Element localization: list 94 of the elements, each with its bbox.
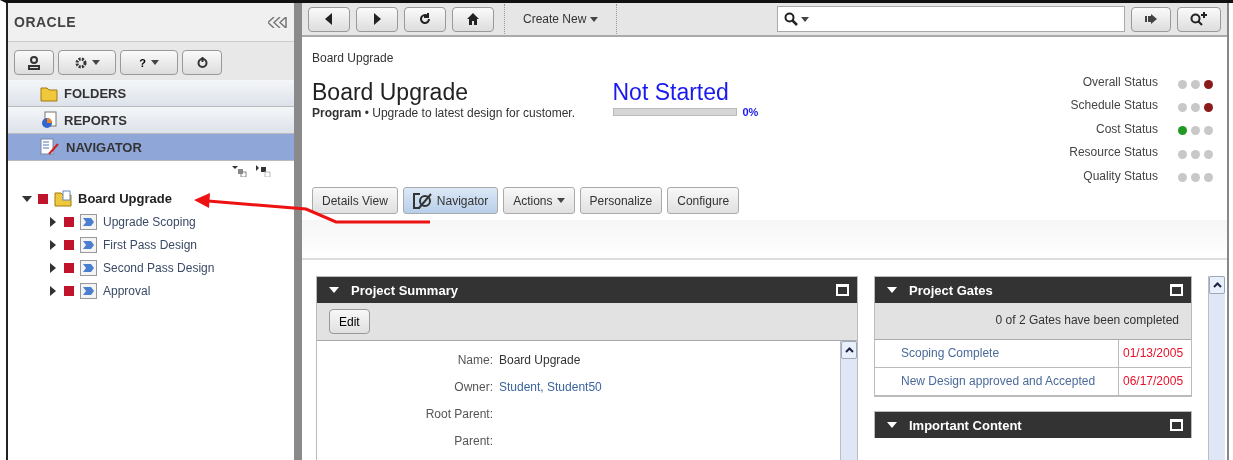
gates-summary: 0 of 2 Gates have been completed (875, 303, 1191, 340)
progress-percent: 0% (742, 106, 759, 118)
view-button[interactable]: Details View (312, 187, 398, 214)
page-scrollbar[interactable] (1208, 276, 1225, 460)
field-label: Owner: (453, 380, 493, 394)
caret-icon (801, 16, 809, 22)
breadcrumb[interactable]: Board Upgrade (312, 51, 613, 65)
status-label: Quality Status (1082, 168, 1158, 185)
gate-link[interactable]: New Design approved and Accepted (875, 368, 1119, 395)
view-button[interactable]: Navigator (402, 187, 499, 214)
collapse-triangle-icon[interactable] (329, 285, 339, 295)
navigator-icon (412, 192, 433, 209)
tree-item[interactable]: Upgrade Scoping (103, 214, 196, 229)
forward-button[interactable] (356, 6, 398, 32)
caret-icon (590, 16, 599, 22)
caret-icon (556, 198, 565, 203)
report-icon (40, 111, 58, 129)
go-button[interactable] (1131, 6, 1171, 32)
refresh-button[interactable] (404, 6, 446, 32)
tree-item[interactable]: Board Upgrade (78, 191, 172, 206)
view-button[interactable]: Personalize (579, 187, 663, 214)
search-plus-icon (1190, 12, 1208, 26)
search-icon (784, 12, 798, 26)
project-icon (80, 282, 97, 299)
status-label: Overall Status (1081, 75, 1158, 91)
maximize-icon[interactable] (836, 284, 849, 296)
right-triangle-icon (371, 13, 383, 25)
portlet-title: Project Gates (909, 282, 994, 298)
view-button[interactable]: Configure (667, 187, 740, 214)
status-label: Cost Status (1094, 121, 1158, 138)
project-state: Not Started (612, 79, 730, 106)
help-button[interactable]: ? (120, 50, 178, 75)
left-triangle-icon (323, 13, 335, 25)
edit-button[interactable]: Edit (329, 309, 370, 334)
tree-item[interactable]: Second Pass Design (103, 260, 215, 275)
maximize-icon[interactable] (1170, 419, 1183, 431)
gear-icon (74, 56, 87, 69)
tree-item[interactable]: First Pass Design (103, 237, 198, 252)
collapse-triangle-icon[interactable] (887, 420, 897, 430)
field-label: Root Parent: (424, 407, 493, 421)
page-title: Board Upgrade (312, 79, 469, 106)
user-icon (28, 55, 40, 70)
sidebar-section[interactable]: FOLDERS (8, 80, 295, 107)
create-new-menu[interactable]: Create New (515, 12, 607, 26)
folder-icon (40, 84, 58, 102)
collapse-triangle-icon[interactable] (22, 193, 32, 204)
up-chevron-icon (844, 347, 854, 353)
search-field[interactable] (777, 6, 1125, 32)
right-arrow-icon (1145, 14, 1157, 24)
power-icon (196, 57, 208, 68)
expand-triangle-icon[interactable] (48, 262, 58, 273)
collapse-icon[interactable] (268, 16, 289, 28)
expand-triangle-icon[interactable] (48, 216, 58, 227)
expand-all-icon[interactable] (232, 165, 249, 177)
maximize-icon[interactable] (1170, 284, 1183, 296)
section-label: REPORTS (64, 112, 127, 128)
expand-triangle-icon[interactable] (48, 285, 58, 296)
home-icon (467, 13, 479, 25)
user-button[interactable] (14, 50, 54, 75)
owner-link[interactable]: Student, Student50 (499, 380, 840, 394)
project-icon (80, 236, 97, 253)
expand-triangle-icon[interactable] (48, 239, 58, 250)
view-button[interactable]: Actions (503, 187, 575, 214)
tree-item[interactable]: Approval (103, 283, 151, 298)
gate-date: 01/13/2005 (1122, 345, 1185, 362)
up-chevron-icon (1212, 282, 1222, 288)
power-button[interactable] (182, 50, 222, 75)
portlet-title: Important Content (909, 417, 1023, 433)
portlet-title: Project Summary (351, 282, 459, 298)
scrollbar[interactable] (840, 341, 857, 460)
page-description: Program • Upgrade to latest design for customer. (312, 106, 577, 120)
project-icon (80, 259, 97, 276)
gear-button[interactable] (58, 50, 116, 75)
field-label: Parent: (453, 434, 493, 448)
field-value: Board Upgrade (499, 353, 582, 367)
logo: ORACLE (14, 14, 77, 30)
field-label: Name: (456, 353, 493, 367)
home-button[interactable] (452, 6, 494, 32)
advanced-search-button[interactable] (1177, 6, 1221, 32)
sidebar-section[interactable]: REPORTS (8, 107, 295, 134)
project-icon (80, 213, 97, 230)
status-label: Resource Status (1069, 145, 1158, 162)
status-label: Schedule Status (1069, 98, 1158, 115)
back-button[interactable] (308, 6, 350, 32)
section-label: FOLDERS (64, 85, 127, 101)
collapse-all-icon[interactable] (256, 165, 273, 177)
navigator-icon (40, 138, 60, 156)
sidebar-section[interactable]: NAVIGATOR (8, 134, 295, 161)
section-label: NAVIGATOR (66, 139, 142, 155)
gate-date: 06/17/2005 (1122, 373, 1185, 390)
folder-icon (54, 190, 72, 207)
collapse-triangle-icon[interactable] (887, 285, 897, 295)
gate-link[interactable]: Scoping Complete (875, 340, 1119, 367)
refresh-icon (419, 13, 431, 25)
